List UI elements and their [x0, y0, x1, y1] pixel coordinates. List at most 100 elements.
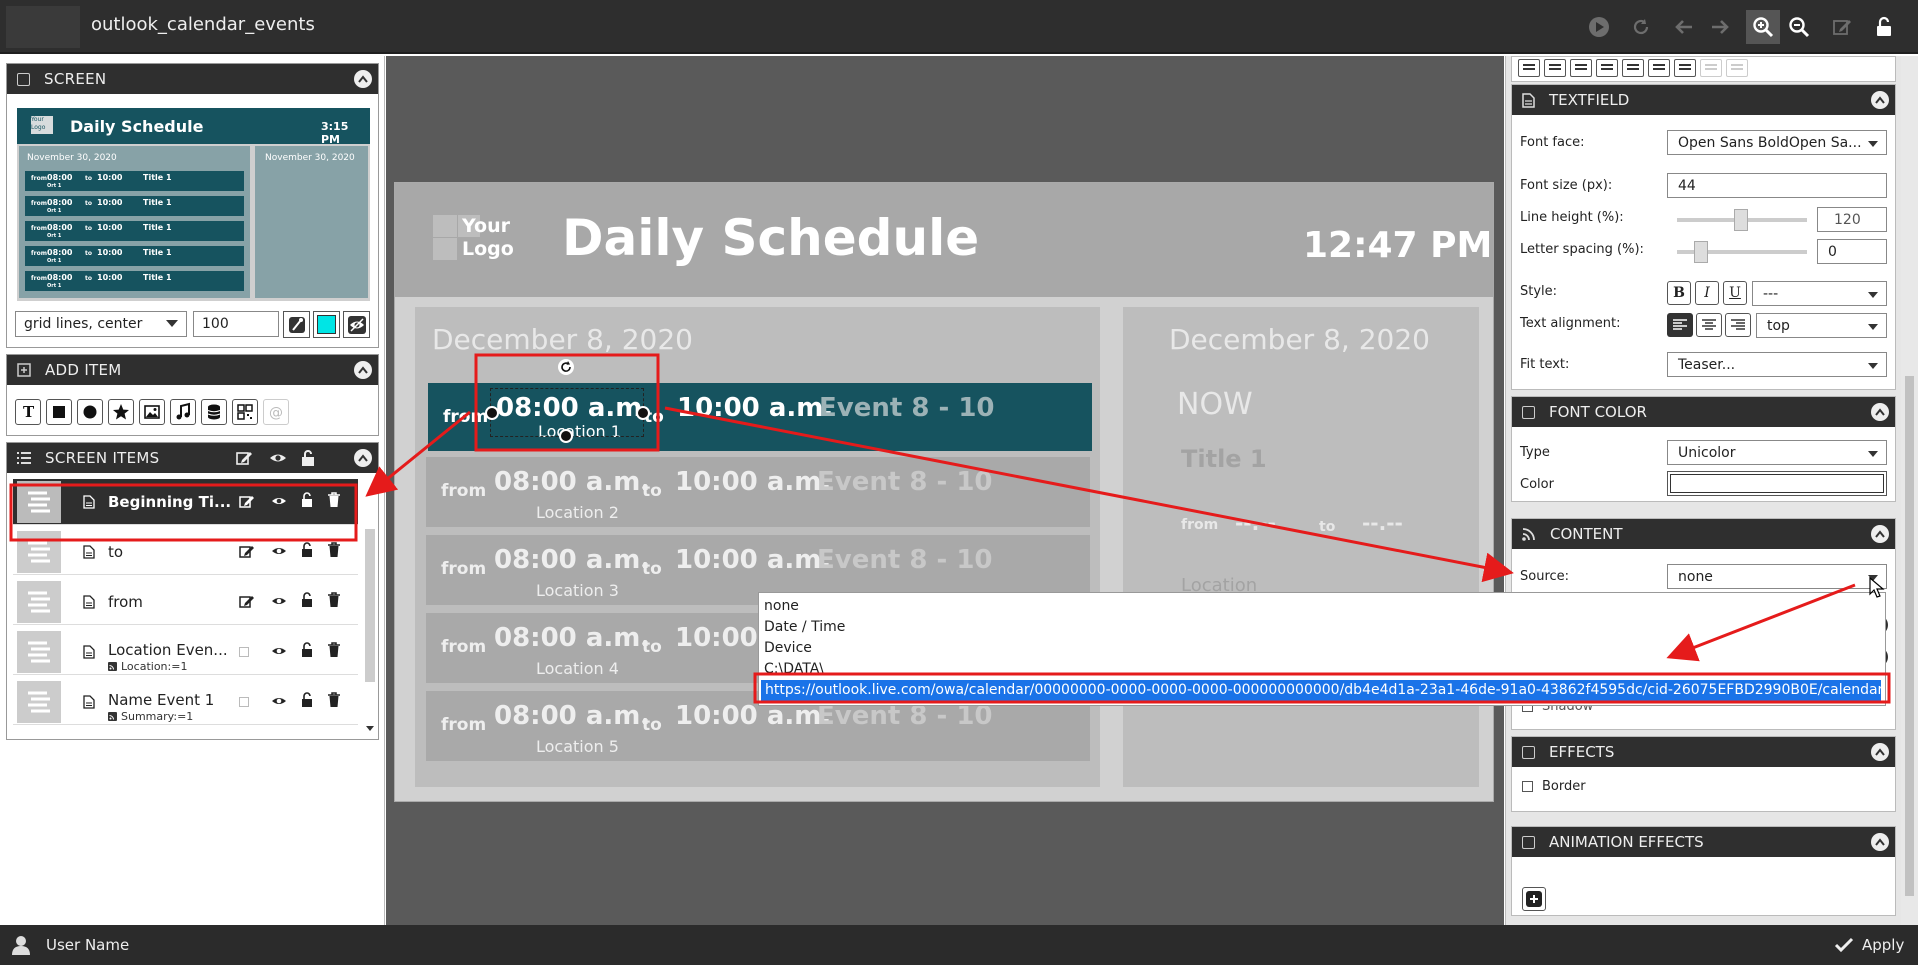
align-right-icon[interactable] — [1725, 313, 1751, 337]
collapse-icon[interactable] — [1871, 403, 1889, 421]
line-height-slider-thumb[interactable] — [1734, 209, 1748, 231]
underline-button[interactable]: U — [1723, 281, 1747, 305]
effects-header[interactable]: EFFECTS — [1512, 737, 1895, 767]
letter-spacing-input[interactable]: 0 — [1817, 239, 1887, 264]
screen-thumbnail[interactable]: Your Logo Daily Schedule 3:15 PM Novembe… — [17, 108, 370, 301]
screen-item-row[interactable]: Location Even... Location:=1 — [13, 629, 358, 675]
circle-tool-icon[interactable] — [77, 399, 103, 425]
eye-icon[interactable] — [271, 494, 287, 508]
italic-button[interactable]: I — [1695, 281, 1719, 305]
align-tool-icon[interactable] — [1596, 59, 1618, 77]
edit-icon[interactable] — [239, 593, 255, 609]
redo-arrow-icon[interactable] — [1703, 10, 1737, 44]
eye-icon[interactable] — [271, 544, 287, 558]
lock-all-icon[interactable] — [299, 449, 317, 467]
collapse-icon[interactable] — [1871, 525, 1889, 543]
align-tool-icon[interactable] — [1648, 59, 1670, 77]
bold-button[interactable]: B — [1667, 281, 1691, 305]
align-tool-icon[interactable] — [1518, 59, 1540, 77]
screen-panel-checkbox[interactable] — [17, 72, 30, 86]
edit-icon[interactable] — [1825, 10, 1859, 44]
undo-arrow-icon[interactable] — [1667, 10, 1701, 44]
refresh-icon[interactable] — [1624, 10, 1658, 44]
content-header[interactable]: CONTENT — [1512, 519, 1895, 549]
align-tool-icon[interactable] — [1570, 59, 1592, 77]
trash-icon[interactable] — [327, 642, 341, 658]
scroll-down-icon[interactable] — [366, 726, 374, 732]
database-tool-icon[interactable] — [201, 399, 227, 425]
letter-spacing-slider-thumb[interactable] — [1694, 241, 1708, 263]
unlock-icon[interactable] — [300, 542, 314, 558]
zoom-input[interactable]: 100 — [193, 311, 279, 337]
eye-icon[interactable] — [271, 644, 287, 658]
color-type-select[interactable]: Unicolor — [1667, 440, 1887, 465]
play-icon[interactable] — [1582, 10, 1616, 44]
edit-icon[interactable] — [239, 543, 255, 559]
collapse-icon[interactable] — [354, 70, 372, 88]
at-sign-tool-icon[interactable]: @ — [263, 399, 289, 425]
rectangle-tool-icon[interactable] — [46, 399, 72, 425]
grid-lines-select[interactable]: grid lines, center — [15, 311, 187, 337]
source-option[interactable]: C:\DATA\ — [764, 659, 824, 680]
screen-item-row[interactable]: to — [13, 529, 358, 575]
resize-handle-right[interactable] — [636, 406, 650, 420]
items-scrollbar[interactable] — [365, 529, 375, 682]
magic-wand-button[interactable] — [283, 311, 310, 338]
source-select[interactable]: none — [1667, 564, 1887, 589]
event-row[interactable]: from 08:00 a.m.to 10:00 a.m.Event 8 - 10 Lo… — [426, 457, 1090, 527]
resize-handle-bottom[interactable] — [559, 429, 573, 443]
eye-icon[interactable] — [271, 594, 287, 608]
trash-icon[interactable] — [327, 692, 341, 708]
unlock-icon[interactable] — [300, 592, 314, 608]
item-checkbox[interactable] — [239, 643, 249, 657]
collapse-icon[interactable] — [1871, 833, 1889, 851]
font-face-select[interactable]: Open Sans BoldOpen Sa... — [1667, 130, 1887, 155]
unlock-icon[interactable] — [300, 492, 314, 508]
image-tool-icon[interactable] — [139, 399, 165, 425]
add-animation-button[interactable] — [1522, 887, 1546, 911]
screen-items-header[interactable]: SCREEN ITEMS — [7, 443, 378, 473]
properties-scrollbar-track[interactable] — [1901, 56, 1918, 925]
zoom-out-icon[interactable] — [1782, 10, 1816, 44]
align-tool-icon[interactable] — [1544, 59, 1566, 77]
collapse-icon[interactable] — [1871, 743, 1889, 761]
visibility-toggle-icon[interactable] — [343, 311, 370, 338]
unlock-icon[interactable] — [300, 642, 314, 658]
align-tool-icon[interactable] — [1674, 59, 1696, 77]
animation-checkbox[interactable] — [1522, 835, 1535, 849]
border-checkbox[interactable] — [1522, 781, 1533, 792]
align-tool-icon[interactable] — [1622, 59, 1644, 77]
source-option[interactable]: Device — [764, 638, 812, 659]
align-center-icon[interactable] — [1696, 313, 1722, 337]
music-tool-icon[interactable] — [170, 399, 196, 425]
collapse-icon[interactable] — [1871, 91, 1889, 109]
collapse-icon[interactable] — [354, 449, 372, 467]
text-tool-icon[interactable]: T — [15, 399, 41, 425]
screen-item-row[interactable]: from — [13, 579, 358, 625]
collapse-icon[interactable] — [354, 361, 372, 379]
font-size-input[interactable]: 44 — [1667, 173, 1887, 198]
unlock-icon[interactable] — [1867, 10, 1901, 44]
trash-icon[interactable] — [327, 542, 341, 558]
source-option[interactable]: none — [764, 596, 799, 617]
effects-checkbox[interactable] — [1522, 745, 1535, 759]
rotate-handle-icon[interactable] — [558, 359, 574, 375]
edit-icon[interactable] — [239, 493, 255, 509]
edit-all-icon[interactable] — [235, 449, 253, 467]
source-option-selected[interactable]: https://outlook.live.com/owa/calendar/00… — [761, 680, 1881, 701]
qr-code-tool-icon[interactable] — [232, 399, 258, 425]
color-swatch[interactable] — [1667, 471, 1887, 496]
resize-handle-left[interactable] — [485, 406, 499, 420]
screen-canvas[interactable]: Your Logo Daily Schedule 12:47 PM Decemb… — [394, 182, 1494, 802]
align-left-icon[interactable] — [1667, 313, 1693, 337]
font-color-header[interactable]: FONT COLOR — [1512, 397, 1895, 427]
fit-text-select[interactable]: Teaser... — [1667, 352, 1887, 377]
trash-icon[interactable] — [327, 592, 341, 608]
source-option[interactable]: Date / Time — [764, 617, 845, 638]
textfield-header[interactable]: TEXTFIELD — [1512, 85, 1895, 115]
trash-icon[interactable] — [327, 492, 341, 508]
apply-button[interactable]: Apply — [1834, 930, 1904, 960]
screen-panel-header[interactable]: SCREEN — [7, 64, 378, 94]
font-color-checkbox[interactable] — [1522, 405, 1535, 419]
star-tool-icon[interactable] — [108, 399, 134, 425]
